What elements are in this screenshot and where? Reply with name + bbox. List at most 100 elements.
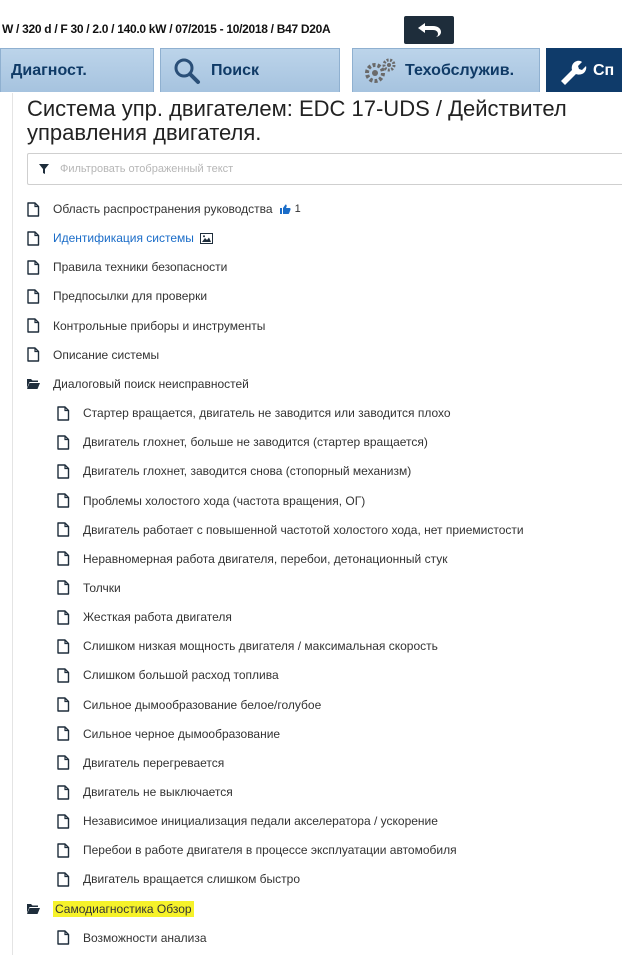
tree-item-label: Контрольные приборы и инструменты [53, 318, 266, 333]
wrench-icon [561, 60, 587, 85]
page-title-line2: управления двигателя. [27, 120, 262, 145]
tab-service[interactable]: Техобслужив. [352, 48, 540, 92]
tree-item-label: Двигатель работает с повышенной частотой… [83, 522, 524, 537]
tree-subitem[interactable]: Неравномерная работа двигателя, перебои,… [56, 548, 447, 570]
document-icon [26, 260, 40, 275]
tree-item-label: Идентификация системы [53, 231, 194, 246]
document-icon [56, 872, 70, 887]
tree-item-label: Стартер вращается, двигатель не заводитс… [83, 406, 451, 421]
tree-item[interactable]: Область распространения руководства 1 [26, 198, 301, 220]
filter-box [27, 153, 622, 185]
tree-item-label: Сильное черное дымообразование [83, 726, 281, 741]
document-icon [26, 318, 40, 333]
like-count: 1 [294, 203, 301, 215]
tree-item[interactable]: Контрольные приборы и инструменты [26, 315, 265, 337]
content-panel: Система упр. двигателем: EDC 17-UDS / Де… [12, 93, 622, 955]
tree-subitem[interactable]: Двигатель перегревается [56, 752, 224, 774]
thumbs-up-icon [279, 204, 291, 214]
back-button[interactable] [404, 16, 454, 44]
tree-item-label: Независимое инициализация педали акселер… [83, 814, 438, 829]
tree-item-label: Жесткая работа двигателя [83, 610, 232, 625]
tree-item-label: Самодиагностика Обзор [53, 900, 194, 917]
tree-subitem[interactable]: Двигатель глохнет, больше не заводится (… [56, 431, 428, 453]
document-icon [56, 726, 70, 741]
document-icon [26, 347, 40, 362]
document-icon [56, 522, 70, 537]
tree-item-label: Двигатель глохнет, заводится снова (стоп… [83, 464, 412, 479]
tree-item-label: Толчки [83, 580, 121, 595]
document-icon [56, 843, 70, 858]
tree-item-label: Слишком низкая мощность двигателя / макс… [83, 639, 438, 654]
funnel-icon [39, 164, 49, 174]
tab-search[interactable]: Поиск [160, 48, 340, 92]
tree-subitem[interactable]: Двигатель не выключается [56, 781, 233, 803]
tree-item-label: Перебои в работе двигателя в процессе эк… [83, 843, 457, 858]
tree-item-label: Неравномерная работа двигателя, перебои,… [83, 551, 448, 566]
document-icon [56, 930, 70, 945]
tree-item[interactable]: Идентификация системы [26, 227, 213, 249]
tree-item-label: Описание системы [53, 347, 160, 362]
filter-input[interactable] [60, 163, 580, 175]
tree-item-label: Правила техники безопасности [53, 260, 228, 275]
image-icon[interactable] [199, 232, 213, 244]
tree-item[interactable]: Правила техники безопасности [26, 256, 227, 278]
document-icon [56, 405, 70, 421]
tree-subitem[interactable]: Двигатель глохнет, заводится снова (стоп… [56, 460, 411, 482]
tree-item[interactable]: Предпосылки для проверки [26, 285, 207, 307]
tree-subitem[interactable]: Слишком большой расход топлива [56, 664, 279, 686]
tab-service-label: Техобслужив. [405, 61, 515, 79]
vehicle-info-bar: W / 320 d / F 30 / 2.0 / 140.0 kW / 07/2… [0, 0, 622, 46]
tree-subitem[interactable]: Двигатель вращается слишком быстро [56, 868, 300, 890]
folder-open-icon [26, 376, 40, 391]
tree-item-label: Область распространения руководства [53, 202, 273, 216]
gears-icon [365, 58, 396, 83]
vehicle-description: W / 320 d / F 30 / 2.0 / 140.0 kW / 07/2… [2, 22, 331, 36]
tree-subitem[interactable]: Сильное дымообразование белое/голубое [56, 694, 321, 716]
tree-subitem[interactable]: Перебои в работе двигателя в процессе эк… [56, 839, 457, 861]
tree-item[interactable]: Описание системы [26, 344, 159, 366]
back-arrow-icon [418, 23, 441, 37]
tree-item[interactable]: Диалоговый поиск неисправностей [26, 373, 249, 395]
tree-subitem[interactable]: Возможности анализа [56, 927, 207, 949]
tree-subitem[interactable]: Двигатель работает с повышенной частотой… [56, 519, 524, 541]
tab-reference[interactable]: Сп [546, 48, 622, 92]
document-icon [56, 639, 70, 654]
document-icon [56, 551, 70, 566]
document-icon [56, 755, 70, 771]
tree-item-label: Слишком большой расход топлива [83, 668, 279, 683]
tab-reference-label: Сп [593, 61, 615, 79]
magnifier-icon [174, 58, 200, 84]
tree-subitem[interactable]: Стартер вращается, двигатель не заводитс… [56, 402, 451, 424]
tree-subitem[interactable]: Независимое инициализация педали акселер… [56, 810, 438, 832]
tree-item-label: Двигатель вращается слишком быстро [83, 872, 301, 887]
tree-item-label: Сильное дымообразование белое/голубое [83, 697, 322, 712]
document-icon [56, 609, 70, 625]
tab-search-label: Поиск [211, 61, 260, 79]
tree-subitem[interactable]: Сильное черное дымообразование [56, 723, 280, 745]
tree-item-label: Предпосылки для проверки [53, 289, 208, 304]
tree-subitem[interactable]: Слишком низкая мощность двигателя / макс… [56, 635, 438, 657]
tree-item-label: Двигатель не выключается [83, 785, 233, 799]
page-title: Система упр. двигателем: EDC 17-UDS / Де… [27, 97, 622, 145]
document-icon [26, 201, 40, 217]
folder-open-icon [26, 901, 40, 916]
document-icon [56, 668, 70, 683]
tree-item-label: Двигатель перегревается [83, 755, 225, 770]
tree-item-label: Возможности анализа [83, 930, 207, 945]
tab-diagnostics-label: Диагност. [11, 61, 87, 79]
document-icon [26, 230, 40, 246]
document-icon [56, 813, 70, 829]
document-icon [56, 464, 70, 479]
tree-subitem[interactable]: Проблемы холостого хода (частота вращени… [56, 490, 365, 512]
tree-item[interactable]: Самодиагностика Обзор [26, 898, 194, 920]
like-badge: 1 [279, 203, 301, 215]
tab-diagnostics[interactable]: Диагност. [0, 48, 154, 92]
page-title-line1: Система упр. двигателем: EDC 17-UDS / Де… [27, 96, 567, 121]
tree-subitem[interactable]: Толчки [56, 577, 121, 599]
document-icon [56, 580, 70, 596]
tree-subitem[interactable]: Жесткая работа двигателя [56, 606, 232, 628]
tree-item-label: Диалоговый поиск неисправностей [53, 376, 249, 391]
document-icon [56, 434, 70, 450]
tree-item-label: Двигатель глохнет, больше не заводится (… [83, 435, 428, 450]
tree-item-label: Проблемы холостого хода (частота вращени… [83, 493, 366, 508]
